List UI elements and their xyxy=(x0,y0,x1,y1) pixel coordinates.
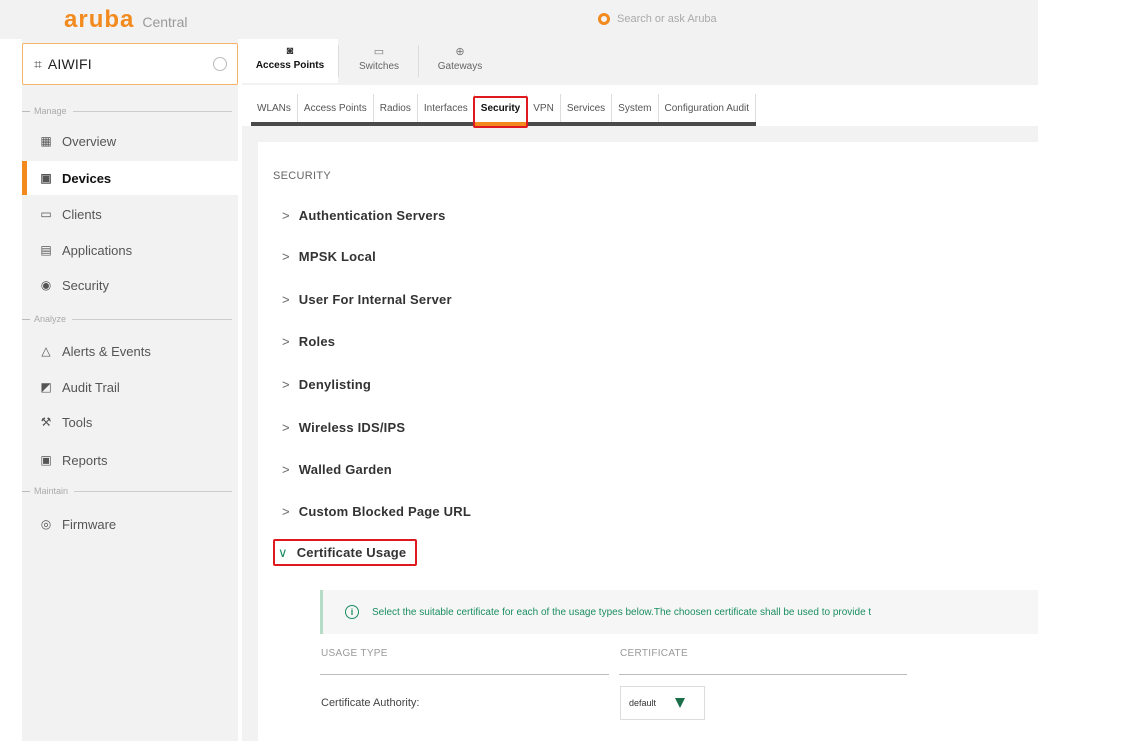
tab-gateways[interactable]: ⊕ Gateways xyxy=(420,39,500,83)
accordion-mpsk-local[interactable]: > MPSK Local xyxy=(282,245,376,267)
sidebar-item-label: Applications xyxy=(62,242,133,258)
section-manage: Manage xyxy=(22,105,232,117)
clients-icon: ▭ xyxy=(40,207,52,221)
certificate-select[interactable]: default xyxy=(620,686,705,720)
loading-icon xyxy=(213,57,227,71)
section-maintain: Maintain xyxy=(22,485,232,497)
sidebar-item-label: Overview xyxy=(62,133,117,149)
audit-icon: ◩ xyxy=(40,380,52,394)
sidebar: ⌗ AIWIFI Manage ▦ Overview ▣ Devices ▭ C… xyxy=(22,39,238,741)
certificate-select-value: default xyxy=(629,698,657,708)
search-input[interactable]: Search or ask Aruba xyxy=(598,8,717,30)
tab-access-points-config[interactable]: Access Points xyxy=(298,94,374,122)
usage-type-label: Certificate Authority: xyxy=(321,697,420,709)
logo-sub: Central xyxy=(142,14,188,30)
sidebar-item-overview[interactable]: ▦ Overview xyxy=(22,124,238,158)
section-title: SECURITY xyxy=(273,170,332,182)
sidebar-item-audit-trail[interactable]: ◩ Audit Trail xyxy=(22,370,238,404)
context-selector[interactable]: ⌗ AIWIFI xyxy=(22,43,238,85)
sidebar-item-firmware[interactable]: ◎ Firmware xyxy=(22,507,238,541)
device-type-tabs: ◙ Access Points ▭ Switches ⊕ Gateways xyxy=(242,39,1038,85)
accordion-denylisting[interactable]: > Denylisting xyxy=(282,373,371,395)
access-point-icon: ◙ xyxy=(286,45,294,57)
highlight-box xyxy=(472,96,529,128)
tab-label: Gateways xyxy=(437,61,483,72)
applications-icon: ▤ xyxy=(40,243,52,257)
chevron-right-icon: > xyxy=(282,333,290,349)
chevron-right-icon: > xyxy=(282,291,290,307)
sidebar-item-label: Firmware xyxy=(62,516,117,532)
tab-access-points[interactable]: ◙ Access Points xyxy=(242,39,338,83)
chevron-right-icon: > xyxy=(282,461,290,477)
sidebar-item-reports[interactable]: ▣ Reports xyxy=(22,443,238,477)
column-divider xyxy=(619,674,907,675)
tab-interfaces[interactable]: Interfaces xyxy=(418,94,475,122)
devices-icon: ▣ xyxy=(40,171,52,185)
tab-wlans[interactable]: WLANs xyxy=(251,94,298,122)
sidebar-item-label: Devices xyxy=(62,170,112,186)
top-bar: aruba Central Search or ask Aruba xyxy=(0,0,1038,39)
accordion-user-internal-server[interactable]: > User For Internal Server xyxy=(282,288,452,310)
search-icon xyxy=(598,13,610,25)
sidebar-item-alerts-events[interactable]: △ Alerts & Events xyxy=(22,334,238,368)
sidebar-item-applications[interactable]: ▤ Applications xyxy=(22,233,238,267)
context-label: AIWIFI xyxy=(47,56,92,72)
accordion-walled-garden[interactable]: > Walled Garden xyxy=(282,458,392,480)
info-text: Select the suitable certificate for each… xyxy=(372,606,872,618)
tab-vpn[interactable]: VPN xyxy=(527,94,561,122)
tab-system[interactable]: System xyxy=(612,94,659,122)
accordion-roles[interactable]: > Roles xyxy=(282,330,335,352)
column-header-usage-type: USAGE TYPE xyxy=(321,648,388,659)
sidebar-item-label: Clients xyxy=(62,206,102,222)
search-placeholder: Search or ask Aruba xyxy=(617,13,717,25)
column-header-certificate: CERTIFICATE xyxy=(620,648,688,659)
chevron-right-icon: > xyxy=(282,248,290,264)
sidebar-item-security[interactable]: ◉ Security xyxy=(22,268,238,302)
sidebar-item-label: Reports xyxy=(62,452,108,468)
chevron-right-icon: > xyxy=(282,503,290,519)
divider xyxy=(338,45,339,77)
accordion-authentication-servers[interactable]: > Authentication Servers xyxy=(282,204,446,226)
sidebar-item-tools[interactable]: ⚒ Tools xyxy=(22,405,238,439)
info-icon: i xyxy=(345,605,359,619)
group-icon: ⌗ xyxy=(34,55,42,72)
wrench-icon: ⚒ xyxy=(40,415,52,429)
info-banner: i Select the suitable certificate for ea… xyxy=(320,590,1038,634)
tab-services[interactable]: Services xyxy=(561,94,613,122)
accordion-custom-blocked-page-url[interactable]: > Custom Blocked Page URL xyxy=(282,500,471,522)
accordion-wireless-ids-ips[interactable]: > Wireless IDS/IPS xyxy=(282,416,405,438)
chevron-down-icon: ∨ xyxy=(278,544,288,560)
security-icon: ◉ xyxy=(40,278,52,292)
sidebar-item-label: Audit Trail xyxy=(62,379,120,395)
tab-label: Switches xyxy=(358,61,399,72)
chevron-right-icon: > xyxy=(282,419,290,435)
firmware-icon: ◎ xyxy=(40,517,52,531)
chevron-right-icon: > xyxy=(282,207,290,223)
reports-icon: ▣ xyxy=(40,453,52,467)
sidebar-item-devices[interactable]: ▣ Devices xyxy=(22,161,238,195)
column-divider xyxy=(320,674,609,675)
config-tabs: WLANs Access Points Radios Interfaces Se… xyxy=(251,94,757,128)
bell-icon: △ xyxy=(41,344,51,358)
sidebar-item-label: Tools xyxy=(62,414,93,430)
tab-configuration-audit[interactable]: Configuration Audit xyxy=(659,94,757,122)
section-analyze: Analyze xyxy=(22,313,232,325)
sidebar-item-label: Alerts & Events xyxy=(62,343,151,359)
tab-security[interactable]: Security xyxy=(472,94,529,128)
gateway-icon: ⊕ xyxy=(455,46,465,58)
sidebar-item-label: Security xyxy=(62,277,109,293)
tab-radios[interactable]: Radios xyxy=(374,94,418,122)
accordion-certificate-usage[interactable]: ∨ Certificate Usage xyxy=(273,539,418,566)
switch-icon: ▭ xyxy=(373,46,385,58)
divider xyxy=(418,45,419,77)
logo-word: aruba xyxy=(64,6,135,33)
tab-label: Access Points xyxy=(255,60,325,71)
chevron-right-icon: > xyxy=(282,376,290,392)
aruba-logo[interactable]: aruba Central xyxy=(64,6,188,34)
grid-icon: ▦ xyxy=(40,134,52,148)
tab-switches[interactable]: ▭ Switches xyxy=(340,39,418,83)
sidebar-item-clients[interactable]: ▭ Clients xyxy=(22,197,238,231)
dropdown-arrow-icon xyxy=(675,698,686,708)
